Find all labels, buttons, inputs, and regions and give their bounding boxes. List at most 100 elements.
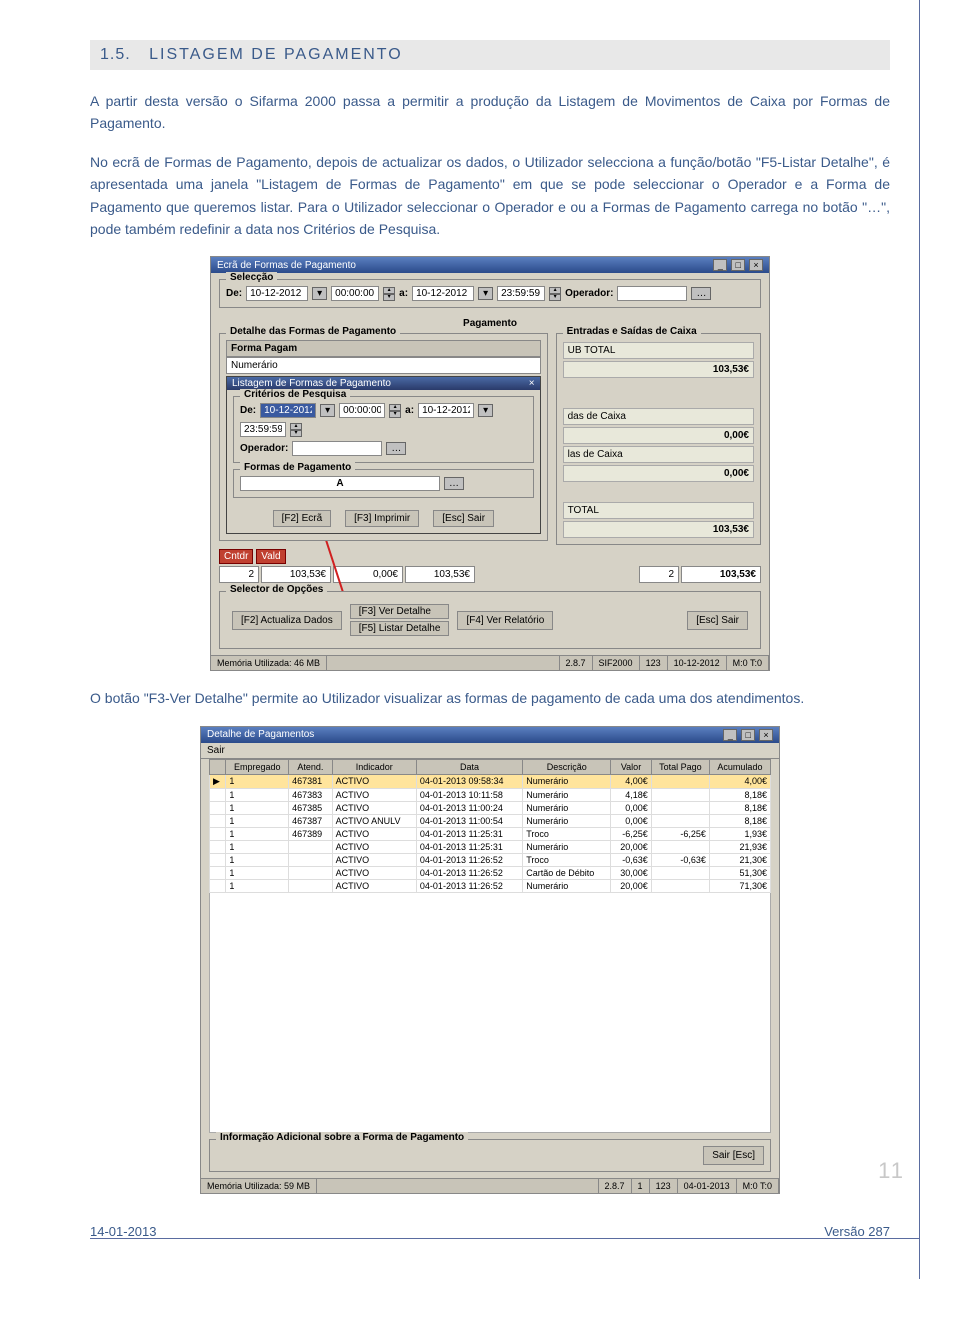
actualiza-dados-button[interactable]: [F2] Actualiza Dados bbox=[232, 611, 342, 630]
table-cell: Numerário bbox=[523, 840, 611, 853]
table-row[interactable]: 1467387ACTIVO ANULV04-01-2013 11:00:54Nu… bbox=[210, 814, 771, 827]
esc-sair-button[interactable]: [Esc] Sair bbox=[687, 611, 748, 630]
dlg-a-date-input[interactable] bbox=[418, 403, 474, 418]
table-cell: 04-01-2013 10:11:58 bbox=[416, 788, 522, 801]
detalhe-group: Detalhe das Formas de Pagamento Forma Pa… bbox=[219, 333, 548, 541]
grid-c5: 2 bbox=[639, 566, 679, 583]
table-row[interactable]: 1ACTIVO04-01-2013 11:26:52Cartão de Débi… bbox=[210, 866, 771, 879]
table-cell: 30,00€ bbox=[611, 866, 652, 879]
dlg-operador-picker[interactable]: … bbox=[386, 442, 406, 455]
menu-bar: Sair bbox=[201, 743, 779, 759]
page-number: 11 bbox=[878, 1158, 905, 1184]
dlg-sair-button[interactable]: [Esc] Sair bbox=[433, 510, 494, 527]
table-cell bbox=[210, 853, 226, 866]
dlg-imprimir-button[interactable]: [F3] Imprimir bbox=[345, 510, 419, 527]
dlg-de-date-input[interactable] bbox=[260, 403, 316, 418]
minimize-icon[interactable]: _ bbox=[713, 259, 727, 271]
menu-sair[interactable]: Sair bbox=[207, 745, 225, 756]
spin-up-icon[interactable]: ▴ bbox=[290, 423, 302, 430]
dlg-a-dropdown[interactable]: ▾ bbox=[478, 404, 493, 417]
maximize-icon[interactable]: □ bbox=[741, 729, 755, 741]
spin-down-icon[interactable]: ▾ bbox=[549, 294, 561, 301]
spin-up-icon[interactable]: ▴ bbox=[389, 404, 401, 411]
table-cell: 467385 bbox=[289, 801, 332, 814]
info-adicional-label: Informação Adicional sobre a Forma de Pa… bbox=[216, 1132, 468, 1143]
status-mt: M:0 T:0 bbox=[727, 656, 769, 670]
table-cell: 467387 bbox=[289, 814, 332, 827]
total-value: 103,53€ bbox=[713, 524, 749, 535]
window-buttons-2: _ □ × bbox=[722, 729, 773, 741]
spin-down-icon[interactable]: ▾ bbox=[383, 294, 395, 301]
dlg-de-dropdown[interactable]: ▾ bbox=[320, 404, 335, 417]
table-cell bbox=[210, 788, 226, 801]
table-cell: 1 bbox=[226, 866, 289, 879]
ver-relatorio-button[interactable]: [F4] Ver Relatório bbox=[457, 611, 553, 630]
paragraph-3: O botão "F3-Ver Detalhe" permite ao Util… bbox=[90, 687, 890, 709]
table-row[interactable]: 1ACTIVO04-01-2013 11:26:52Numerário20,00… bbox=[210, 879, 771, 892]
table-header bbox=[210, 759, 226, 774]
table-row[interactable]: 1ACTIVO04-01-2013 11:25:31Numerário20,00… bbox=[210, 840, 771, 853]
formas-picker-button[interactable]: … bbox=[444, 477, 464, 490]
sair-esc-button[interactable]: Sair [Esc] bbox=[703, 1146, 764, 1165]
a-time-input[interactable] bbox=[497, 286, 545, 301]
operador-picker-button[interactable]: … bbox=[691, 287, 711, 300]
table-cell: 4,00€ bbox=[611, 774, 652, 788]
maximize-icon[interactable]: □ bbox=[731, 259, 745, 271]
window-title: Ecrã de Formas de Pagamento bbox=[217, 260, 356, 271]
section-title: LISTAGEM DE PAGAMENTO bbox=[149, 46, 403, 63]
grid-c1: 2 bbox=[219, 566, 259, 583]
detalhe-label: Detalhe das Formas de Pagamento bbox=[226, 326, 400, 337]
dlg-operador-input[interactable] bbox=[292, 441, 382, 456]
table-cell: 71,30€ bbox=[709, 879, 770, 892]
window-titlebar: Ecrã de Formas de Pagamento _ □ × bbox=[211, 257, 769, 273]
das-caixa-value: 0,00€ bbox=[724, 430, 749, 441]
close-icon[interactable]: × bbox=[749, 259, 763, 271]
table-row[interactable]: 1ACTIVO04-01-2013 11:26:52Troco-0,63€-0,… bbox=[210, 853, 771, 866]
table-cell: ACTIVO ANULV bbox=[332, 814, 416, 827]
de-date-dropdown[interactable]: ▾ bbox=[312, 287, 327, 300]
dlg-ecra-button[interactable]: [F2] Ecrã bbox=[273, 510, 332, 527]
seleccao-group: Selecção De: ▾ ▴▾ a: ▾ ▴▾ Operador: … bbox=[219, 279, 761, 308]
minimize-icon[interactable]: _ bbox=[723, 729, 737, 741]
table-header: Data bbox=[416, 759, 522, 774]
table-cell: 0,00€ bbox=[611, 801, 652, 814]
table-cell: ACTIVO bbox=[332, 879, 416, 892]
de-date-input[interactable] bbox=[246, 286, 308, 301]
table-cell bbox=[289, 853, 332, 866]
spin-up-icon[interactable]: ▴ bbox=[383, 287, 395, 294]
a-date-dropdown[interactable]: ▾ bbox=[478, 287, 493, 300]
dlg-de-time-input[interactable] bbox=[339, 403, 385, 418]
table-row[interactable]: ▶1467381ACTIVO04-01-2013 09:58:34Numerár… bbox=[210, 774, 771, 788]
table-row[interactable]: 1467385ACTIVO04-01-2013 11:00:24Numerári… bbox=[210, 801, 771, 814]
a-date-input[interactable] bbox=[412, 286, 474, 301]
table-row[interactable]: 1467389ACTIVO04-01-2013 11:25:31Troco-6,… bbox=[210, 827, 771, 840]
table-cell: 8,18€ bbox=[709, 801, 770, 814]
ver-detalhe-button[interactable]: [F3] Ver Detalhe bbox=[350, 604, 450, 619]
table-header: Acumulado bbox=[709, 759, 770, 774]
status-date: 10-12-2012 bbox=[668, 656, 727, 670]
window-titlebar-2: Detalhe de Pagamentos _ □ × bbox=[201, 727, 779, 743]
grid-c4: 103,53€ bbox=[405, 566, 475, 583]
formas-input[interactable] bbox=[240, 476, 440, 491]
table-cell: 04-01-2013 11:26:52 bbox=[416, 866, 522, 879]
dlg-a-time-input[interactable] bbox=[240, 422, 286, 437]
operador-input[interactable] bbox=[617, 286, 687, 301]
table-cell bbox=[289, 879, 332, 892]
dialog-close-icon[interactable]: × bbox=[529, 378, 535, 389]
close-icon[interactable]: × bbox=[759, 729, 773, 741]
spin-down-icon[interactable]: ▾ bbox=[389, 411, 401, 418]
listar-detalhe-button[interactable]: [F5] Listar Detalhe bbox=[350, 621, 450, 636]
grid-c6: 103,53€ bbox=[681, 566, 761, 583]
table-cell: 1 bbox=[226, 827, 289, 840]
status2-ver: 2.8.7 bbox=[599, 1179, 632, 1193]
table-cell: 1 bbox=[226, 801, 289, 814]
table-cell bbox=[651, 879, 709, 892]
spin-up-icon[interactable]: ▴ bbox=[549, 287, 561, 294]
table-header: Atend. bbox=[289, 759, 332, 774]
table-cell: 20,00€ bbox=[611, 840, 652, 853]
de-time-input[interactable] bbox=[331, 286, 379, 301]
spin-down-icon[interactable]: ▾ bbox=[290, 430, 302, 437]
status-app: SIF2000 bbox=[593, 656, 640, 670]
table-cell: Cartão de Débito bbox=[523, 866, 611, 879]
table-row[interactable]: 1467383ACTIVO04-01-2013 10:11:58Numerári… bbox=[210, 788, 771, 801]
